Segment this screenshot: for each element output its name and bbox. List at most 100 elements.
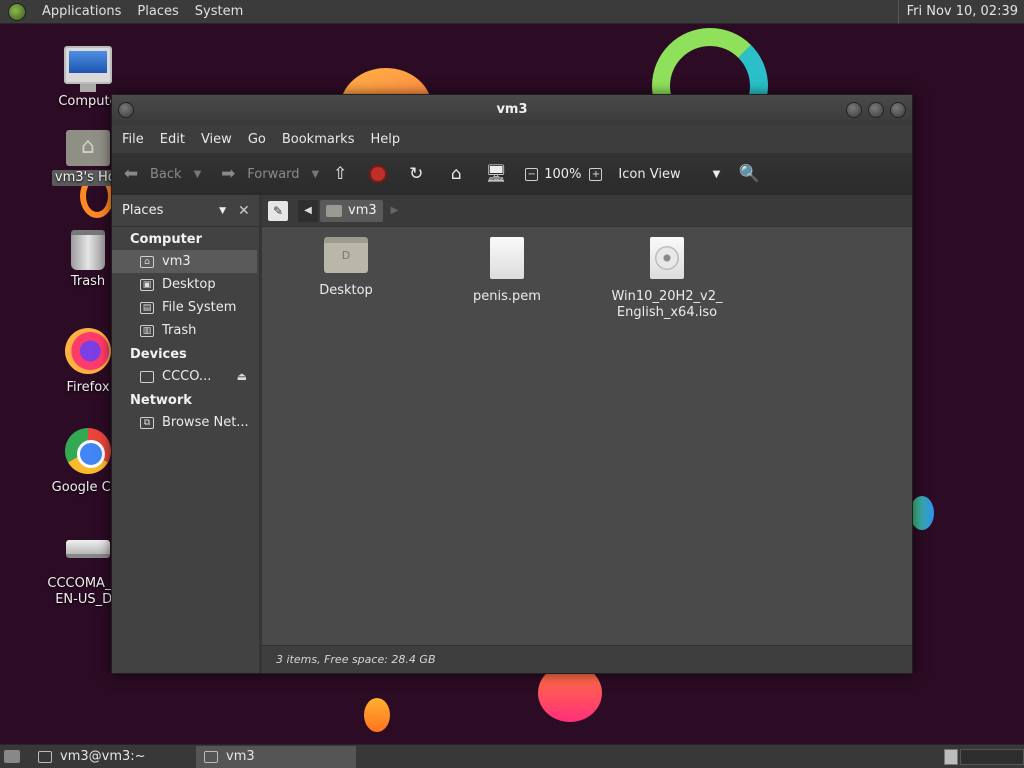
firefox-icon	[65, 328, 111, 374]
taskbar-item-file-manager[interactable]: vm3	[196, 745, 356, 768]
file-name: Desktop	[319, 283, 373, 298]
places-menu[interactable]: Places	[129, 0, 186, 24]
forward-button[interactable]: ➡ Forward ▼	[217, 164, 319, 184]
menu-bookmarks[interactable]: Bookmarks	[274, 132, 363, 147]
reload-icon: ↻	[409, 164, 424, 184]
edit-location-icon[interactable]: ✎	[268, 200, 288, 221]
sidebar-section-computer: Computer	[130, 232, 203, 247]
window-menu-button[interactable]	[118, 102, 134, 118]
zoom-in-icon[interactable]: +	[589, 167, 603, 181]
sidebar: Places ▼ ✕ Computer ⌂ vm3 ▣ Desktop ▤ Fi…	[112, 195, 262, 673]
toolbar: ⬅ Back ▼ ➡ Forward ▼ ⇧ ↻ ⌂ 🖥 − 100% + Ic…	[112, 153, 912, 195]
sidebar-item-file-system[interactable]: ▤ File System	[112, 296, 259, 319]
wallpaper-shape	[910, 496, 934, 530]
sidebar-item-label: Desktop	[162, 277, 216, 292]
file-item-pem[interactable]: penis.pem	[437, 237, 577, 305]
stop-icon	[369, 165, 388, 183]
close-sidebar-icon[interactable]: ✕	[238, 203, 250, 219]
sidebar-item-desktop[interactable]: ▣ Desktop	[112, 273, 259, 296]
sidebar-item-vm3[interactable]: ⌂ vm3	[112, 250, 257, 273]
terminal-icon	[38, 750, 52, 763]
sidebar-mode-label: Places	[122, 203, 164, 218]
close-button[interactable]	[890, 102, 906, 118]
menu-view[interactable]: View	[193, 132, 240, 147]
bottom-panel: vm3@vm3:~ vm3	[0, 744, 1024, 768]
up-button[interactable]: ⇧	[329, 164, 359, 184]
home-button[interactable]: ⌂	[445, 164, 475, 184]
workspace-2[interactable]	[960, 749, 1024, 765]
maximize-button[interactable]	[868, 102, 884, 118]
folder-icon	[324, 237, 368, 273]
sidebar-item-browse-network[interactable]: ⧉ Browse Net...	[112, 411, 259, 434]
view-mode-select[interactable]: Icon View ▼	[618, 167, 720, 182]
window-title: vm3	[496, 102, 528, 117]
menu-file[interactable]: File	[114, 132, 152, 147]
file-name: English_x64.iso	[616, 305, 718, 320]
file-item-desktop[interactable]: Desktop	[276, 237, 416, 299]
main-pane: ✎ ◀ vm3 ▶ Desktop penis.pem	[262, 195, 912, 673]
taskbar-item-terminal[interactable]: vm3@vm3:~	[30, 746, 190, 768]
computer-icon: 🖥	[485, 164, 508, 184]
taskbar-item-label: vm3	[226, 749, 255, 764]
menu-go[interactable]: Go	[240, 132, 274, 147]
sidebar-item-label: CCCO...	[162, 369, 212, 384]
drive-icon	[140, 370, 154, 383]
zoom-control: − 100% +	[525, 167, 608, 182]
sidebar-item-trash[interactable]: ▥ Trash	[112, 319, 259, 342]
window-content: Places ▼ ✕ Computer ⌂ vm3 ▣ Desktop ▤ Fi…	[112, 195, 912, 673]
stop-button[interactable]	[369, 165, 388, 183]
workspace-1[interactable]	[944, 749, 958, 765]
document-icon	[490, 237, 524, 279]
disc-image-icon	[650, 237, 684, 279]
forward-label: Forward	[247, 166, 300, 182]
search-button[interactable]: 🔍	[738, 164, 768, 184]
menu-help[interactable]: Help	[362, 132, 408, 147]
view-mode-label: Icon View	[618, 166, 681, 182]
minimize-button[interactable]	[846, 102, 862, 118]
drive-icon	[66, 540, 110, 558]
path-scroll-left-button[interactable]: ◀	[298, 199, 318, 222]
reload-button[interactable]: ↻	[405, 164, 435, 184]
computer-button[interactable]: 🖥	[485, 164, 515, 184]
menu-edit[interactable]: Edit	[152, 132, 193, 147]
file-item-iso[interactable]: Win10_20H2_v2_ English_x64.iso	[597, 237, 737, 321]
eject-icon[interactable]: ⏏	[237, 370, 247, 383]
workspace-switcher[interactable]	[938, 745, 1024, 768]
breadcrumb-label: vm3	[348, 203, 377, 218]
sidebar-item-label: File System	[162, 300, 237, 315]
sidebar-item-cdrom[interactable]: CCCO... ⏏	[112, 365, 259, 388]
home-folder-icon	[326, 204, 342, 217]
sidebar-section-network: Network	[130, 393, 192, 408]
back-button[interactable]: ⬅ Back ▼	[120, 164, 201, 184]
chrome-icon	[65, 428, 111, 474]
sidebar-item-label: vm3	[162, 254, 191, 269]
menubar: File Edit View Go Bookmarks Help	[112, 125, 912, 153]
desktop-folder-icon: ▣	[140, 278, 154, 291]
back-history-dropdown[interactable]: ▼	[194, 169, 202, 180]
zoom-level: 100%	[544, 166, 582, 182]
up-arrow-icon: ⇧	[333, 164, 348, 184]
file-view[interactable]: Desktop penis.pem Win10_20H2_v2_ English…	[262, 231, 912, 643]
chevron-down-icon: ▼	[219, 205, 226, 216]
applications-menu[interactable]: Applications	[34, 0, 129, 24]
window-titlebar[interactable]: vm3	[112, 95, 912, 125]
sidebar-mode-select[interactable]: Places ▼	[118, 200, 230, 222]
back-label: Back	[150, 166, 182, 182]
zoom-out-icon[interactable]: −	[525, 167, 539, 181]
home-folder-icon: ⌂	[140, 255, 154, 268]
chevron-down-icon: ▼	[712, 168, 721, 180]
search-icon: 🔍	[738, 164, 760, 184]
distro-logo-icon[interactable]	[8, 2, 26, 21]
sidebar-item-label: Trash	[162, 323, 197, 338]
path-bar: ✎ ◀ vm3 ▶	[262, 195, 912, 227]
panel-clock[interactable]: Fri Nov 10, 02:39	[897, 0, 1024, 24]
show-desktop-button[interactable]	[0, 745, 24, 768]
system-menu[interactable]: System	[187, 0, 251, 24]
sidebar-header: Places ▼ ✕	[112, 195, 259, 227]
home-folder-icon	[204, 750, 218, 763]
computer-icon	[64, 46, 112, 92]
forward-history-dropdown[interactable]: ▼	[312, 169, 320, 180]
breadcrumb-vm3[interactable]: vm3	[320, 199, 383, 222]
path-scroll-right-button[interactable]: ▶	[391, 205, 399, 216]
wallpaper-shape	[364, 698, 390, 732]
